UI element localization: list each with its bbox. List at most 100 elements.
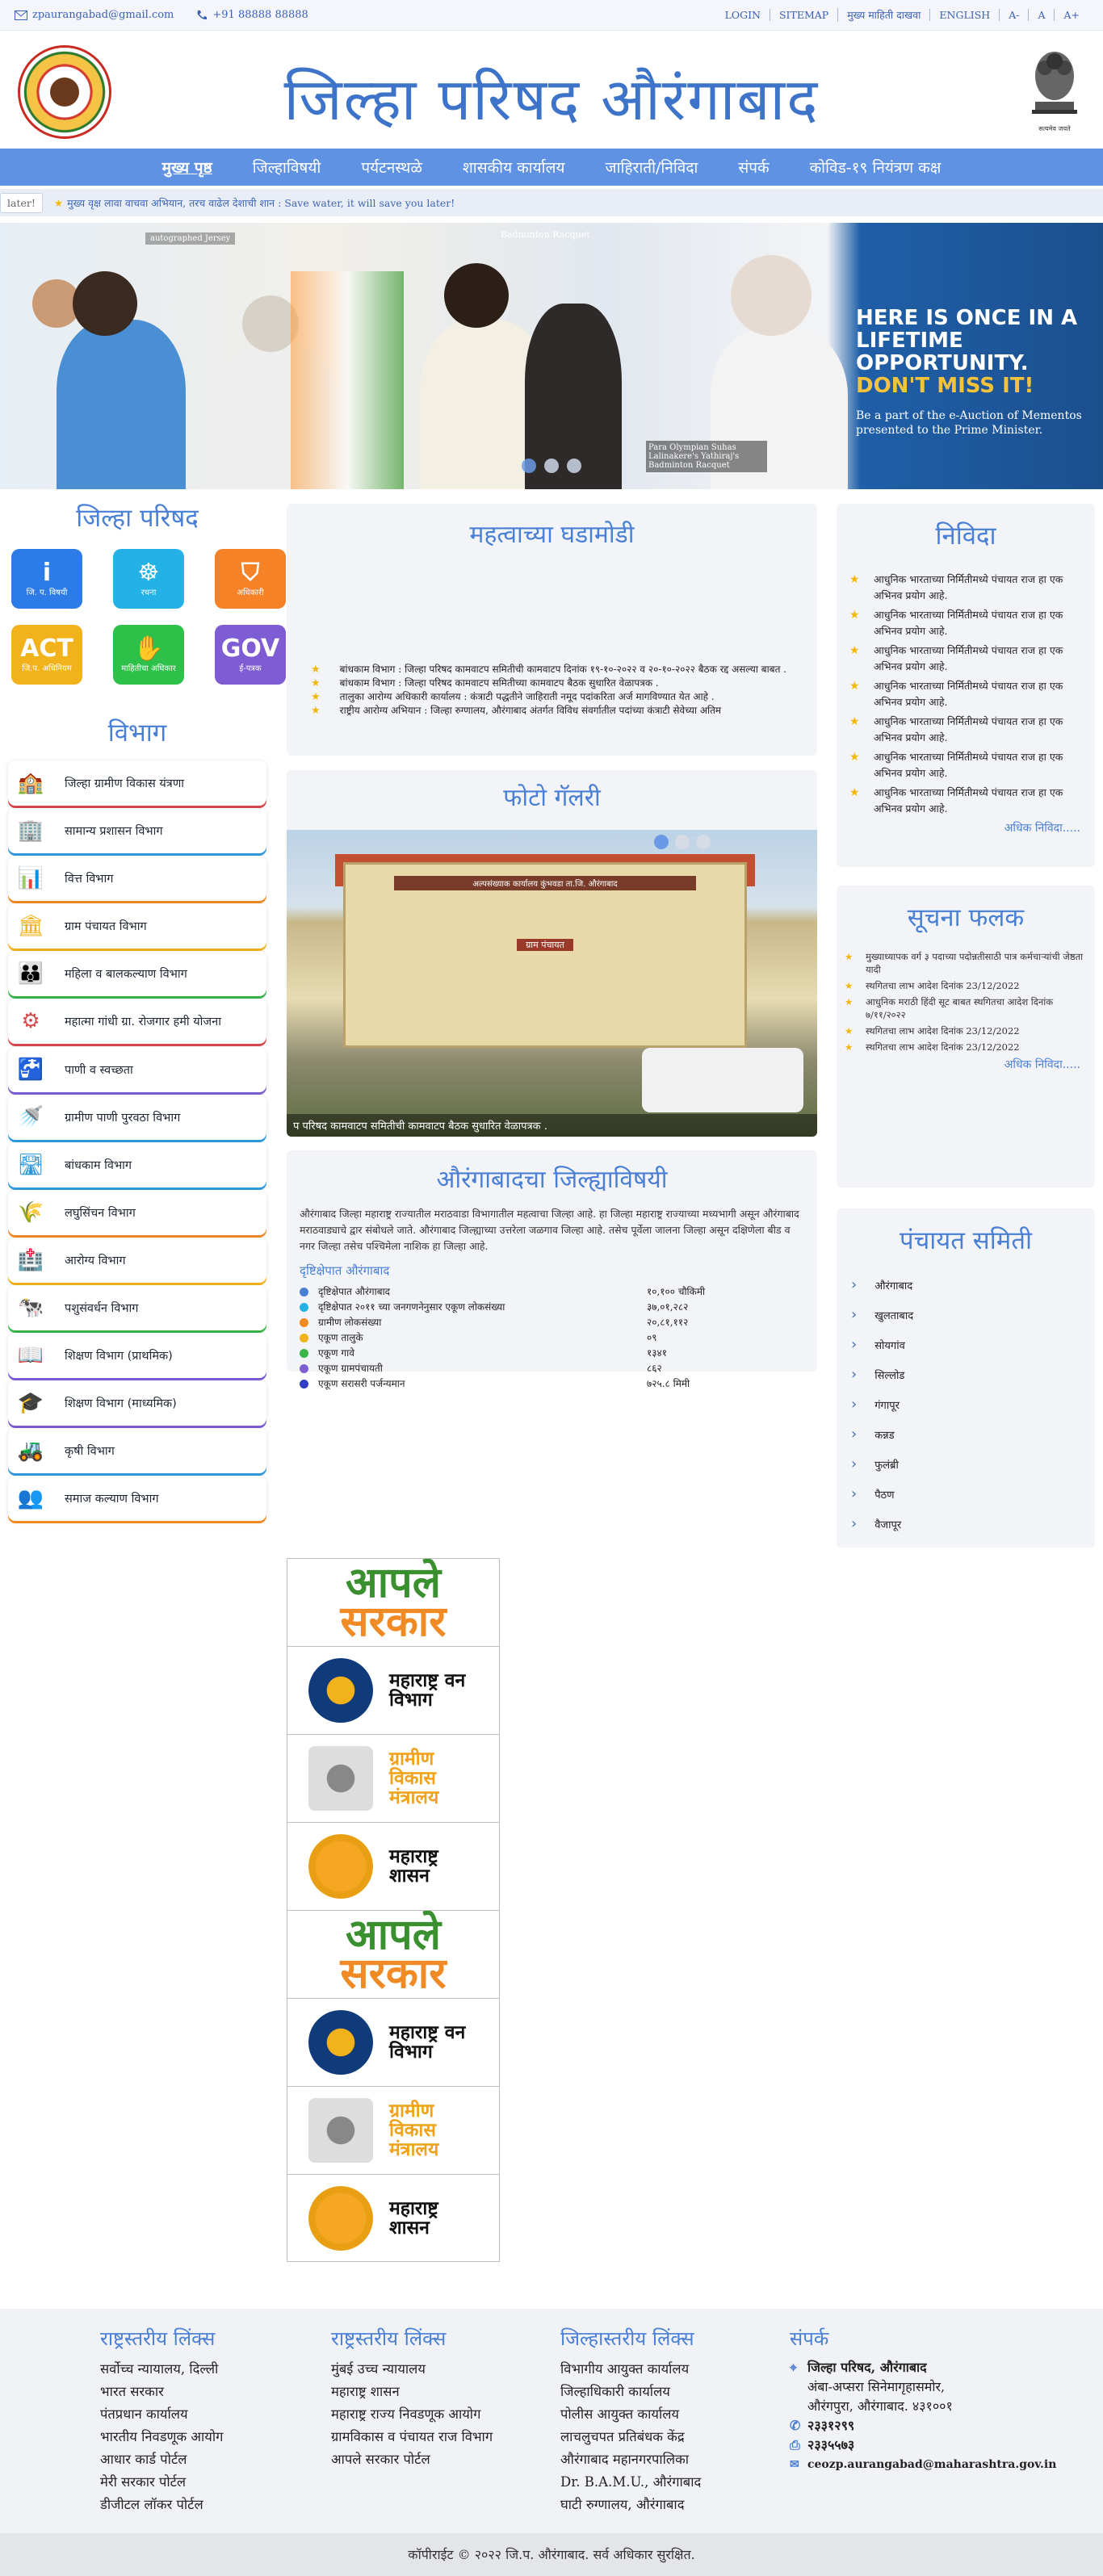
more-notices-link[interactable]: अधिक निविदा..... bbox=[837, 1057, 1080, 1072]
department-item[interactable]: 👪 महिला व बालकल्याण विभाग bbox=[8, 951, 266, 997]
hero-banner[interactable]: autographed Jersey Badminton Racquet Par… bbox=[0, 223, 1103, 489]
department-item[interactable]: 🎓 शिक्षण विभाग (माध्यमिक) bbox=[8, 1380, 266, 1426]
footer-link[interactable]: जिल्हाधिकारी कार्यालय bbox=[560, 2381, 786, 2403]
panchayat-item[interactable]: › सोयगांव bbox=[851, 1330, 1095, 1359]
zp-tile[interactable]: ☸ रचना bbox=[113, 549, 184, 609]
panchayat-item[interactable]: › पैठण bbox=[851, 1479, 1095, 1509]
department-item[interactable]: 🏥 आरोग्य विभाग bbox=[8, 1237, 266, 1283]
nav-contact[interactable]: संपर्क bbox=[718, 157, 789, 178]
partner-logo-shasan[interactable]: महाराष्ट्र शासन bbox=[287, 1822, 500, 1910]
font-reset-button[interactable]: A bbox=[1028, 9, 1054, 21]
footer-link[interactable]: महाराष्ट्र राज्य निवडणूक आयोग bbox=[331, 2403, 557, 2426]
more-tenders-link[interactable]: अधिक निविदा..... bbox=[837, 820, 1080, 836]
news-item[interactable]: ★ तालुका आरोग्य अधिकारी कार्यालय : कंत्रा… bbox=[311, 690, 795, 704]
footer-link[interactable]: आधार कार्ड पोर्टल bbox=[100, 2448, 326, 2471]
footer-link[interactable]: डीजीटल लॉकर पोर्टल bbox=[100, 2494, 326, 2516]
nav-covid[interactable]: कोविड-१९ नियंत्रण कक्ष bbox=[790, 157, 962, 178]
partner-logo-gram[interactable]: ग्रामीण विकास मंत्रालय bbox=[287, 2086, 500, 2174]
contact-phone[interactable]: २३३१२९९ bbox=[807, 2416, 854, 2436]
ticker-text[interactable]: मुख्य वृक्ष लावा वाचवा अभियान, तरच वाढेल… bbox=[67, 196, 455, 210]
panchayat-item[interactable]: › खुलताबाद bbox=[851, 1300, 1095, 1330]
news-item[interactable]: ★ राष्ट्रीय आरोग्य अभियान : जिल्हा रुग्णा… bbox=[311, 704, 795, 718]
footer-link[interactable]: मेरी सरकार पोर्टल bbox=[100, 2471, 326, 2494]
partner-logo-van[interactable]: महाराष्ट्र वन विभाग bbox=[287, 1646, 500, 1734]
panchayat-item[interactable]: › सिल्लोड bbox=[851, 1359, 1095, 1389]
footer-link[interactable]: आपले सरकार पोर्टल bbox=[331, 2448, 557, 2471]
footer-link[interactable]: महाराष्ट्र शासन bbox=[331, 2381, 557, 2403]
tender-item[interactable]: ★ आधुनिक भारताच्या निर्मितीमध्ये पंचायत र… bbox=[849, 785, 1087, 817]
gallery-dot[interactable] bbox=[654, 835, 669, 849]
news-item[interactable]: ★ बांधकाम विभाग : जिल्हा परिषद कामवाटप सम… bbox=[311, 663, 795, 676]
department-item[interactable]: 🛣 बांधकाम विभाग bbox=[8, 1141, 266, 1187]
footer-link[interactable]: पंतप्रधान कार्यालय bbox=[100, 2403, 326, 2426]
department-item[interactable]: 📖 शिक्षण विभाग (प्राथमिक) bbox=[8, 1333, 266, 1379]
tender-item[interactable]: ★ आधुनिक भारताच्या निर्मितीमध्ये पंचायत र… bbox=[849, 714, 1087, 746]
contact-email[interactable]: ceozp.aurangabad@maharashtra.gov.in bbox=[807, 2455, 1056, 2474]
zp-tile[interactable]: ✋ माहितीचा अधिकार bbox=[113, 625, 184, 685]
zp-tile[interactable]: i जि. प. विषयी bbox=[11, 549, 82, 609]
department-item[interactable]: 🚰 पाणी व स्वच्छता bbox=[8, 1046, 266, 1092]
department-item[interactable]: 👥 समाज कल्याण विभाग bbox=[8, 1476, 266, 1522]
panchayat-item[interactable]: › वैजापूर bbox=[851, 1509, 1095, 1539]
footer-link[interactable]: औरंगाबाद महानगरपालिका bbox=[560, 2448, 786, 2471]
banner-dot[interactable] bbox=[544, 459, 559, 473]
department-item[interactable]: 🏛 ग्राम पंचायत विभाग bbox=[8, 903, 266, 949]
tender-item[interactable]: ★ आधुनिक भारताच्या निर्मितीमध्ये पंचायत र… bbox=[849, 749, 1087, 781]
department-item[interactable]: 🐄 पशुसंवर्धन विभाग bbox=[8, 1285, 266, 1331]
banner-dot[interactable] bbox=[522, 459, 536, 473]
notice-item[interactable]: ★ मुख्याध्यापक वर्ग ३ पदाच्या पदोन्नतीसाठ… bbox=[845, 950, 1087, 976]
news-item[interactable]: ★ बांधकाम विभाग : जिल्हा परिषद कामवाटप सम… bbox=[311, 676, 795, 690]
partner-logo-van[interactable]: महाराष्ट्र वन विभाग bbox=[287, 1998, 500, 2086]
department-item[interactable]: 🌾 लघुसिंचन विभाग bbox=[8, 1189, 266, 1235]
footer-link[interactable]: Dr. B.A.M.U., औरंगाबाद bbox=[560, 2471, 786, 2494]
sitemap-link[interactable]: SITEMAP bbox=[769, 9, 837, 21]
zp-tile[interactable]: ACT जि.प. अधिनियम bbox=[11, 625, 82, 685]
partner-logo-shasan[interactable]: महाराष्ट्र शासन bbox=[287, 2174, 500, 2262]
notice-item[interactable]: ★ आधुनिक मराठी हिंदी सूट बाबत स्थगितचा आद… bbox=[845, 995, 1087, 1021]
footer-link[interactable]: लाचलुचपत प्रतिबंधक केंद्र bbox=[560, 2426, 786, 2448]
department-item[interactable]: 🚿 ग्रामीण पाणी पुरवठा विभाग bbox=[8, 1094, 266, 1140]
footer-link[interactable]: पोलीस आयुक्त कार्यालय bbox=[560, 2403, 786, 2426]
department-item[interactable]: ⚙ महात्मा गांधी ग्रा. रोजगार हमी योजना bbox=[8, 999, 266, 1045]
footer-link[interactable]: ग्रामविकास व पंचायत राज विभाग bbox=[331, 2426, 557, 2448]
tender-item[interactable]: ★ आधुनिक भारताच्या निर्मितीमध्ये पंचायत र… bbox=[849, 643, 1087, 675]
partner-logo-gram[interactable]: ग्रामीण विकास मंत्रालय bbox=[287, 1734, 500, 1822]
tender-item[interactable]: ★ आधुनिक भारताच्या निर्मितीमध्ये पंचायत र… bbox=[849, 607, 1087, 639]
english-link[interactable]: ENGLISH bbox=[929, 9, 999, 21]
department-item[interactable]: 📊 वित्त विभाग bbox=[8, 856, 266, 902]
notice-item[interactable]: ★ स्थगितचा लाभ आदेश दिनांक 23/12/2022 bbox=[845, 979, 1087, 992]
footer-link[interactable]: भारत सरकार bbox=[100, 2381, 326, 2403]
partner-logo-aple[interactable]: आपले सरकार bbox=[287, 1910, 500, 1998]
font-decrease-button[interactable]: A- bbox=[999, 9, 1028, 21]
nav-tenders[interactable]: जाहिराती/निविदा bbox=[585, 157, 719, 178]
phone-contact[interactable]: +91 88888 88888 bbox=[196, 9, 308, 21]
notice-item[interactable]: ★ स्थगितचा लाभ आदेश दिनांक 23/12/2022 bbox=[845, 1024, 1087, 1037]
nav-home[interactable]: मुख्य पृष्ठ bbox=[142, 157, 233, 178]
font-increase-button[interactable]: A+ bbox=[1054, 9, 1088, 21]
nav-tourism[interactable]: पर्यटनस्थळे bbox=[341, 157, 442, 178]
gallery-dot[interactable] bbox=[675, 835, 690, 849]
tender-item[interactable]: ★ आधुनिक भारताच्या निर्मितीमध्ये पंचायत र… bbox=[849, 678, 1087, 710]
nav-govt-offices[interactable]: शासकीय कार्यालय bbox=[442, 157, 585, 178]
notice-item[interactable]: ★ स्थगितचा लाभ आदेश दिनांक 23/12/2022 bbox=[845, 1041, 1087, 1053]
footer-link[interactable]: भारतीय निवडणूक आयोग bbox=[100, 2426, 326, 2448]
panchayat-item[interactable]: › कन्नड bbox=[851, 1419, 1095, 1449]
zp-tile[interactable]: GOV ई-पत्रक bbox=[215, 625, 286, 685]
banner-dot[interactable] bbox=[567, 459, 581, 473]
gallery-image[interactable]: अल्पसंख्याक कार्यालय कुंभवडा ता.जि. औरंग… bbox=[287, 830, 817, 1137]
department-item[interactable]: 🚜 कृषी विभाग bbox=[8, 1428, 266, 1474]
gallery-dot[interactable] bbox=[696, 835, 711, 849]
footer-link[interactable]: सर्वोच्च न्यायालय, दिल्ली bbox=[100, 2358, 326, 2381]
login-link[interactable]: LOGIN bbox=[716, 9, 770, 21]
footer-link[interactable]: विभागीय आयुक्त कार्यालय bbox=[560, 2358, 786, 2381]
department-item[interactable]: 🏢 सामान्य प्रशासन विभाग bbox=[8, 808, 266, 854]
department-item[interactable]: 🏫 जिल्हा ग्रामीण विकास यंत्रणा bbox=[8, 760, 266, 806]
footer-link[interactable]: घाटी रुग्णालय, औरंगाबाद bbox=[560, 2494, 786, 2516]
panchayat-item[interactable]: › फुलंब्री bbox=[851, 1449, 1095, 1479]
zp-tile[interactable]: ⛉ अधिकारी bbox=[215, 549, 286, 609]
email-contact[interactable]: zpaurangabad@gmail.com bbox=[15, 9, 174, 21]
main-info-link[interactable]: मुख्य माहिती दाखवा bbox=[837, 8, 929, 22]
footer-link[interactable]: मुंबई उच्च न्यायालय bbox=[331, 2358, 557, 2381]
nav-about-district[interactable]: जिल्हाविषयी bbox=[233, 157, 342, 178]
partner-logo-aple[interactable]: आपले सरकार bbox=[287, 1558, 500, 1646]
